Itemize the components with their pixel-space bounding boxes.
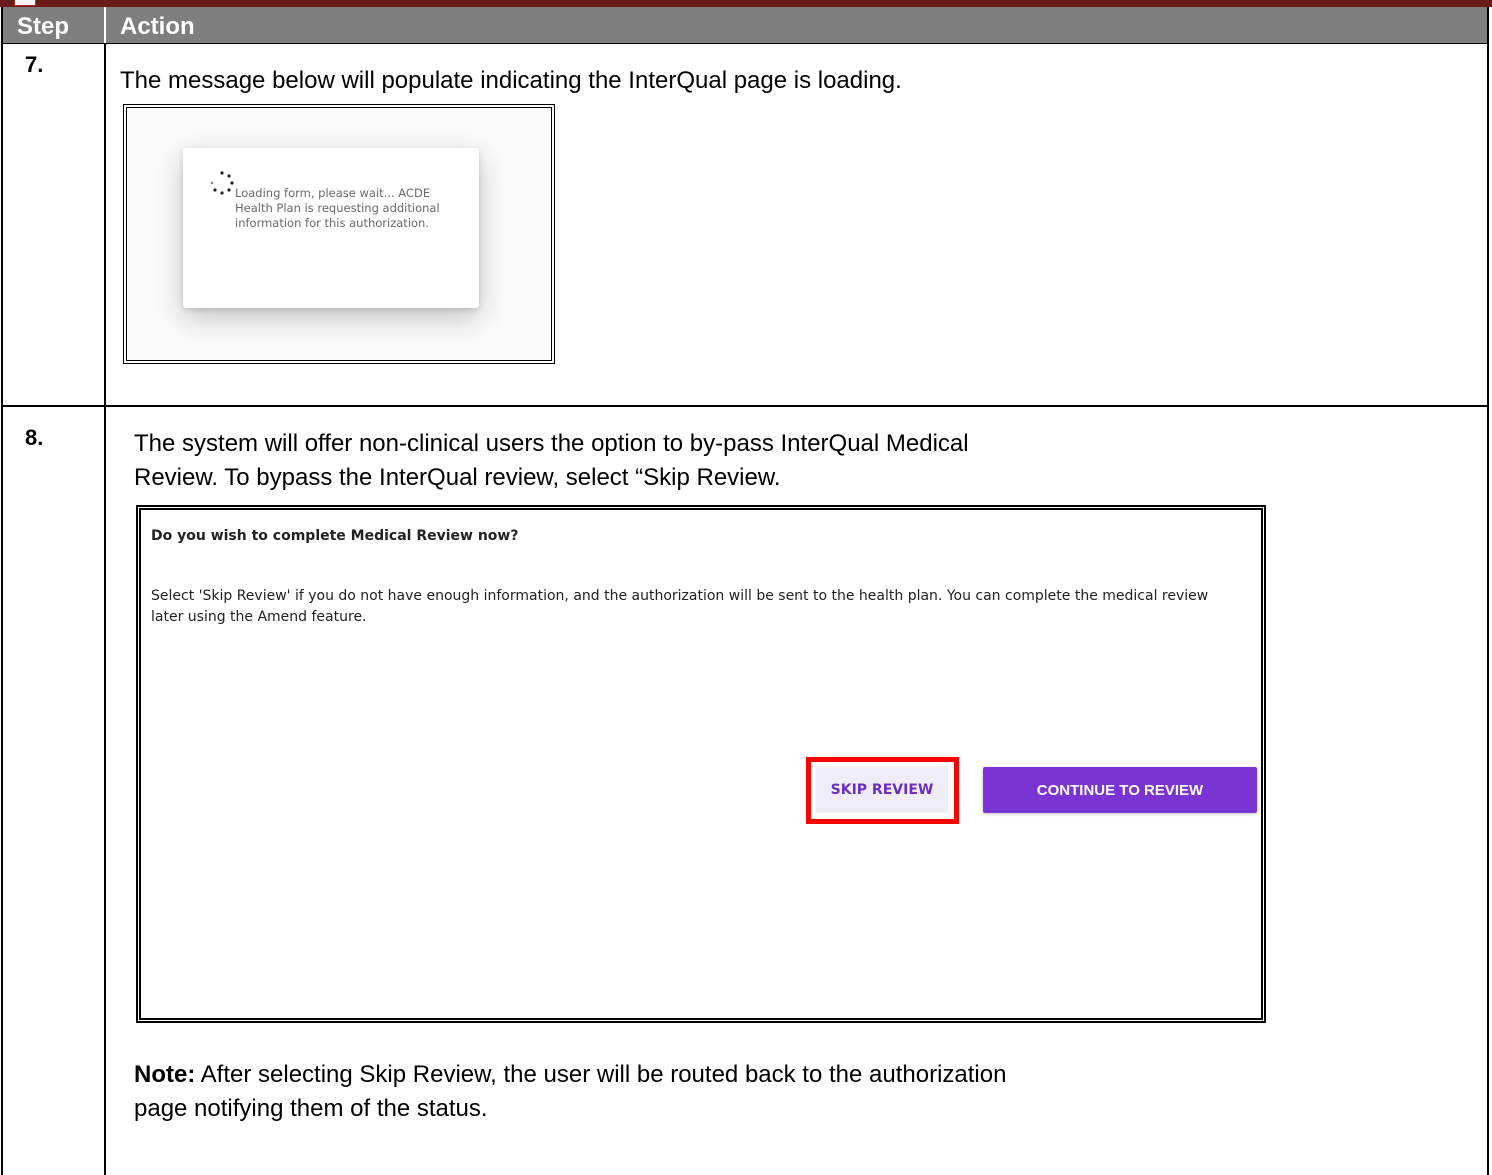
header-column-divider bbox=[104, 7, 106, 43]
table-header-row: Step Action bbox=[3, 7, 1487, 44]
step-action-table: Step Action 7. The message below will po… bbox=[1, 7, 1489, 1175]
step-column-header: Step bbox=[17, 13, 70, 40]
loading-message: Loading form, please wait... ACDE Health… bbox=[235, 186, 440, 230]
loading-card: Loading form, please wait... ACDE Health… bbox=[183, 148, 479, 308]
step-7-instruction: The message below will populate indicati… bbox=[120, 67, 902, 94]
step-8-instruction-line2: Review. To bypass the InterQual review, … bbox=[134, 464, 781, 491]
column-divider bbox=[104, 43, 106, 1175]
continue-to-review-button[interactable]: CONTINUE TO REVIEW bbox=[983, 767, 1257, 813]
note-text: After selecting Skip Review, the user wi… bbox=[195, 1061, 1007, 1088]
dialog-title: Do you wish to complete Medical Review n… bbox=[151, 528, 519, 544]
step-number-7: 7. bbox=[25, 52, 44, 77]
medical-review-dialog-screenshot: Do you wish to complete Medical Review n… bbox=[136, 505, 1266, 1023]
dialog-body: Select 'Skip Review' if you do not have … bbox=[151, 588, 1209, 625]
skip-review-highlight bbox=[806, 757, 959, 824]
step-8-note-line1: Note: After selecting Skip Review, the u… bbox=[134, 1058, 1006, 1092]
step-8-note-line2: page notifying them of the status. bbox=[134, 1095, 488, 1122]
row-separator bbox=[3, 405, 1487, 407]
document-top-bar bbox=[0, 0, 1492, 7]
step-8-instruction-line1: The system will offer non-clinical users… bbox=[134, 430, 969, 457]
spinner-icon bbox=[210, 171, 234, 195]
header-logo-fragment bbox=[14, 0, 36, 6]
action-column-header: Action bbox=[120, 13, 195, 40]
step-number-8: 8. bbox=[25, 425, 44, 450]
note-label: Note: bbox=[134, 1061, 196, 1088]
loading-screenshot: Loading form, please wait... ACDE Health… bbox=[123, 104, 555, 364]
